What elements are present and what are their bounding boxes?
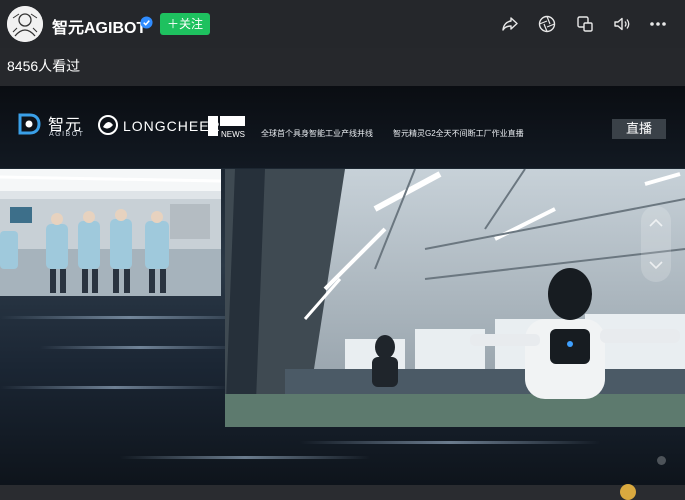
motion-streak bbox=[120, 456, 370, 459]
status-dot bbox=[657, 456, 666, 465]
news-logo-text: NEWS bbox=[221, 130, 245, 139]
longcheer-logo-icon bbox=[98, 115, 118, 135]
motion-streak bbox=[300, 441, 600, 444]
motion-streak bbox=[0, 386, 230, 389]
scroll-control[interactable] bbox=[641, 206, 671, 282]
viewer-strip: 8456人看过 bbox=[0, 48, 685, 86]
aperture-icon[interactable] bbox=[537, 14, 557, 34]
live-tag: 直播 bbox=[612, 119, 666, 139]
factory-robot-scene-image bbox=[225, 169, 685, 427]
live-video-player[interactable]: 智元 AGIBOT LONGCHEER NEWS 全球首个具身智能工业产线并线 … bbox=[0, 86, 685, 485]
factory-main-video[interactable] bbox=[225, 169, 685, 427]
interview-scene-image bbox=[0, 169, 221, 296]
avatar-artwork bbox=[7, 6, 43, 42]
follow-button[interactable]: ＋关注 bbox=[160, 13, 210, 35]
picture-in-picture-icon[interactable] bbox=[575, 14, 595, 34]
volume-icon[interactable] bbox=[612, 14, 632, 34]
news-logo-icon: NEWS bbox=[208, 116, 245, 139]
share-icon[interactable] bbox=[500, 14, 520, 34]
agibot-logo-en: AGIBOT bbox=[49, 131, 85, 138]
channel-avatar[interactable] bbox=[7, 6, 43, 42]
verified-badge-icon bbox=[140, 16, 153, 29]
banner-caption-right: 智元精灵G2全天不间断工厂作业直播 bbox=[393, 129, 524, 138]
viewer-count: 8456人看过 bbox=[7, 58, 81, 74]
channel-header: 智元AGIBOT ＋关注 bbox=[0, 0, 685, 48]
more-icon[interactable] bbox=[648, 14, 668, 34]
agibot-logo-icon bbox=[18, 113, 41, 135]
chevron-up-down-icon bbox=[649, 218, 663, 270]
sponsor-banner: 智元 AGIBOT LONGCHEER NEWS 全球首个具身智能工业产线并线 … bbox=[0, 86, 685, 168]
motion-streak bbox=[40, 346, 240, 349]
banner-caption-left: 全球首个具身智能工业产线并线 bbox=[261, 129, 373, 138]
emoji-icon[interactable] bbox=[620, 484, 636, 500]
bottom-control-bar bbox=[0, 485, 685, 500]
channel-name[interactable]: 智元AGIBOT bbox=[52, 14, 146, 38]
motion-streak bbox=[0, 316, 260, 319]
interview-pip-video[interactable] bbox=[0, 169, 221, 296]
